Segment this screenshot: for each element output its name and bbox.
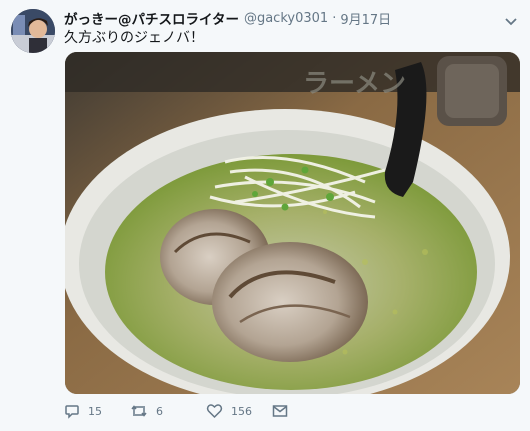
heart-icon <box>206 403 223 419</box>
like-count: 156 <box>231 404 252 418</box>
direct-message-button[interactable] <box>272 404 288 418</box>
like-button[interactable]: 156 <box>206 403 272 419</box>
tweet-text: 久方ぶりのジェノバ！ <box>64 30 204 46</box>
reply-button[interactable]: 15 <box>64 403 130 419</box>
author-handle[interactable]: @gacky0301 <box>244 11 328 26</box>
tweet-photo[interactable]: ラーメン <box>65 52 520 394</box>
avatar[interactable] <box>11 9 55 53</box>
reply-count: 15 <box>88 404 102 418</box>
retweet-button[interactable]: 6 <box>130 403 206 419</box>
tweet-date[interactable]: 9月17日 <box>340 9 391 28</box>
mail-icon <box>272 404 288 418</box>
tweet-actions: 15 6 156 <box>64 398 288 424</box>
author-name[interactable]: がっきー@パチスロライター <box>64 8 239 28</box>
tweet-header: がっきー@パチスロライター @gacky0301 · 9月17日 <box>64 8 500 29</box>
reply-icon <box>64 403 80 419</box>
separator-dot: · <box>332 10 337 26</box>
caret-down-icon[interactable] <box>504 12 518 26</box>
retweet-icon <box>130 403 148 419</box>
tweet: がっきー@パチスロライター @gacky0301 · 9月17日 久方ぶりのジェ… <box>0 0 530 431</box>
bowl-print: ラーメン <box>303 69 406 99</box>
retweet-count: 6 <box>156 404 163 418</box>
